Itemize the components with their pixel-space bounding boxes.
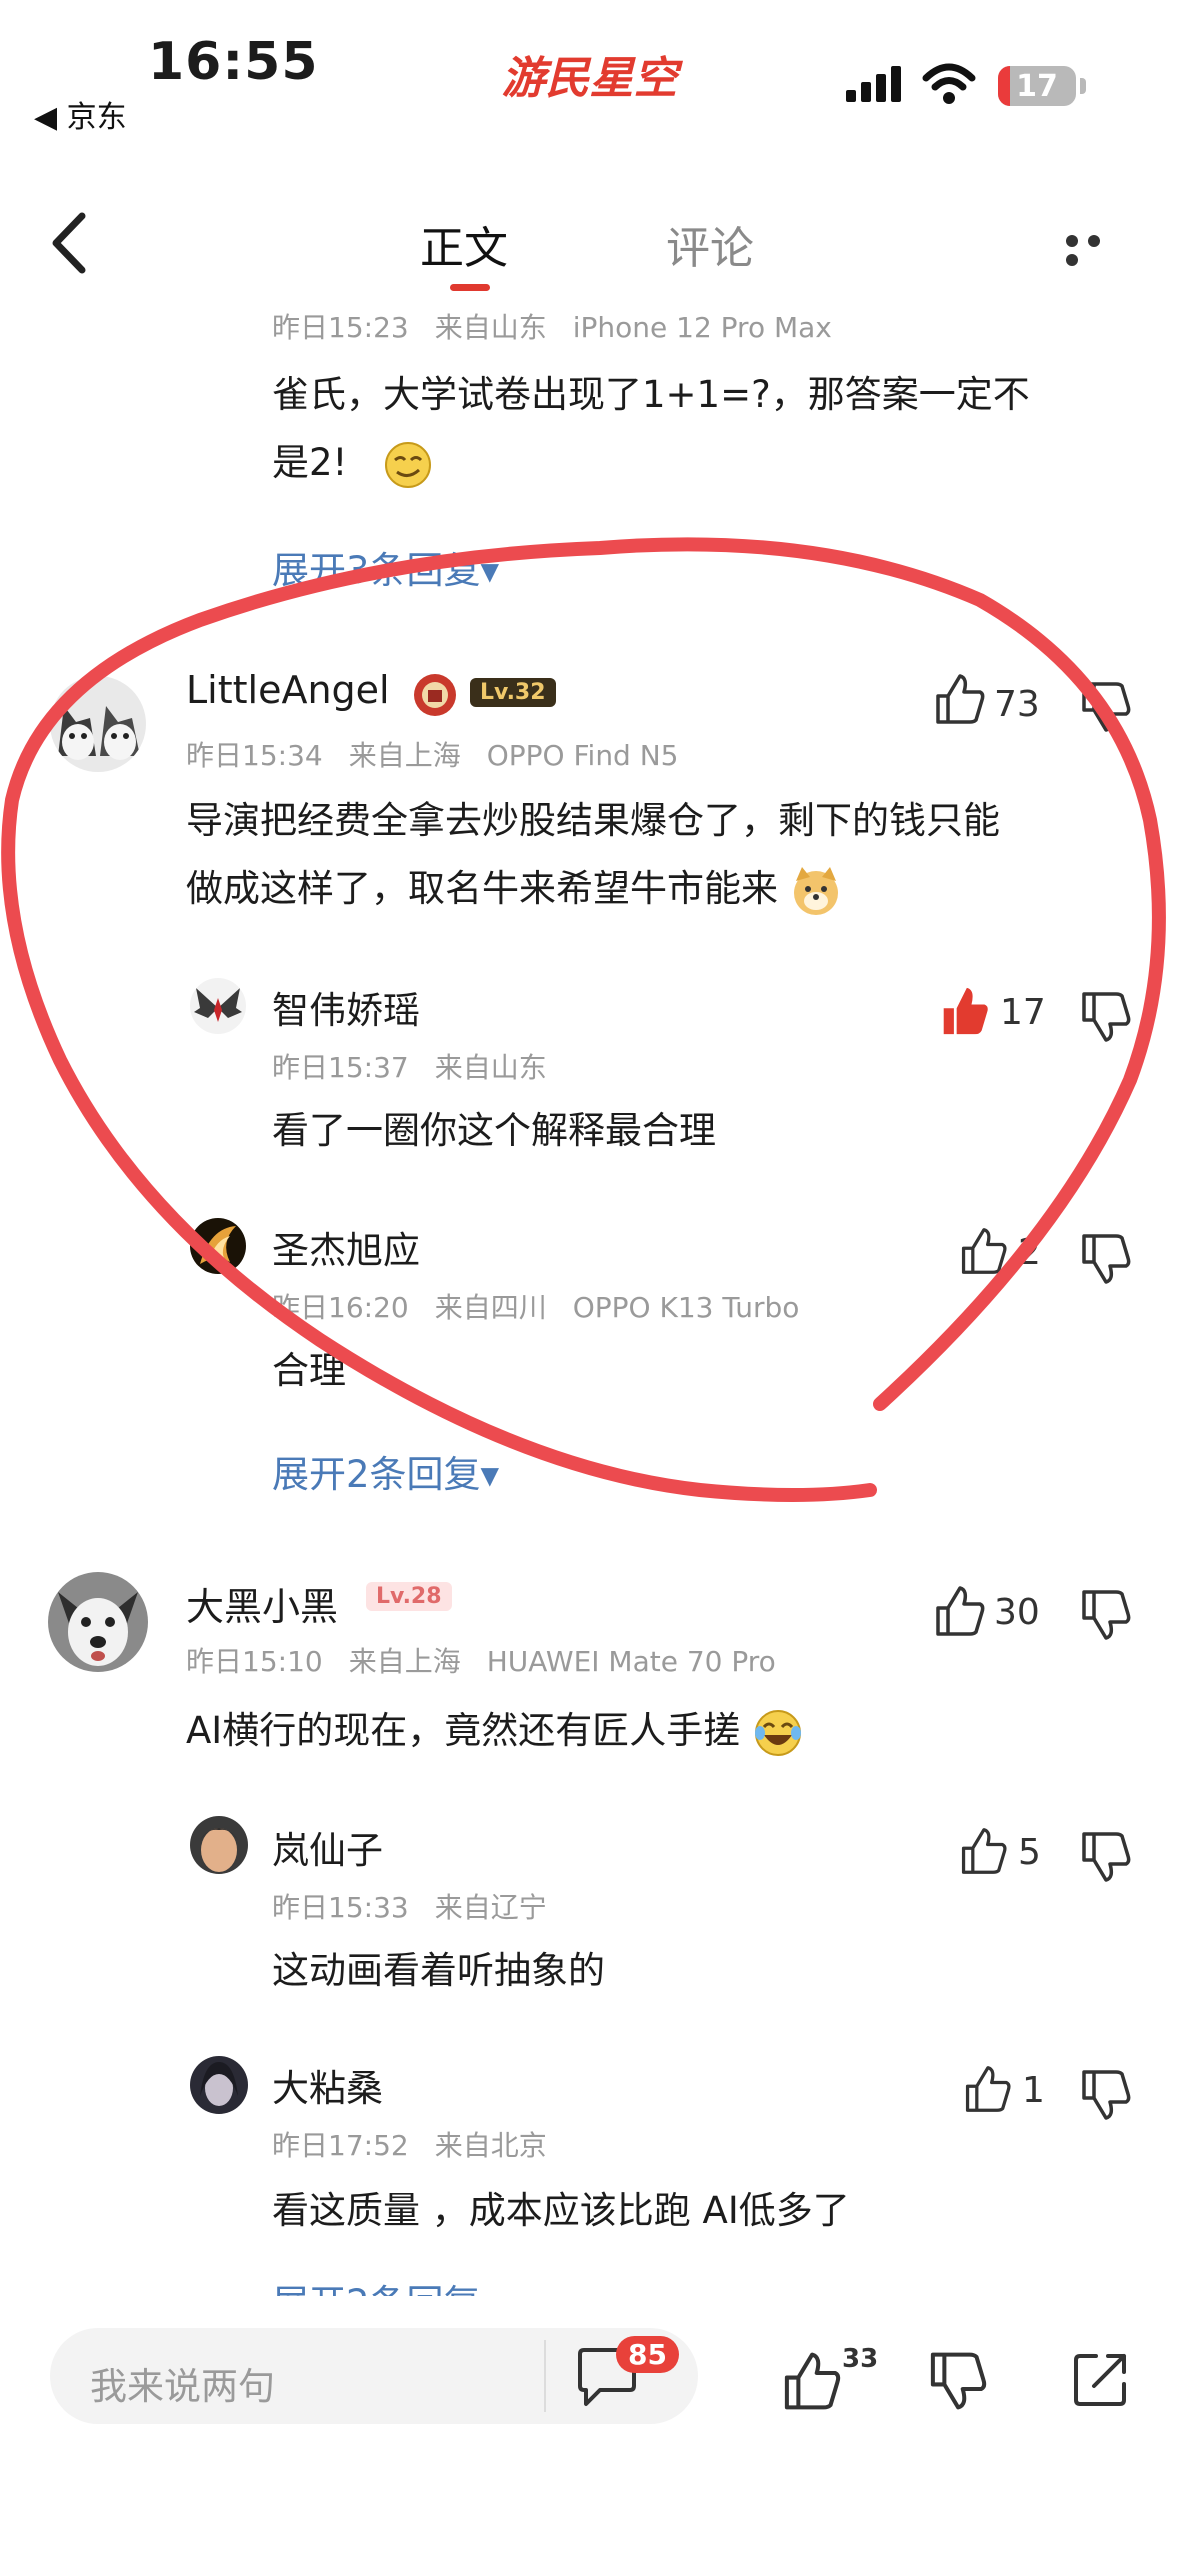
comment-meta: 昨日15:10 来自上海 HUAWEI Mate 70 Pro (186, 1645, 776, 1678)
comment-text: AI横行的现在，竟然还有匠人手搓 (186, 1698, 804, 1764)
comment-username[interactable]: LittleAngel (186, 668, 390, 712)
thumbs-down-icon[interactable] (1078, 2068, 1132, 2122)
like-count: 30 (994, 1592, 1040, 1633)
avatar[interactable] (48, 1572, 148, 1672)
cellular-signal-icon (846, 66, 901, 102)
expand-replies-link[interactable]: 展开2条回复▾ (272, 2274, 499, 2296)
user-level-badge: Lv.28 (366, 1582, 452, 1611)
comment-text-line2: 是2! (272, 430, 433, 496)
avatar[interactable] (190, 1816, 248, 1874)
doge-emoji-icon (793, 866, 838, 915)
character-avatar-image (190, 2056, 248, 2114)
comment-meta: 昨日15:34 来自上海 OPPO Find N5 (186, 739, 679, 772)
expand-replies-link[interactable]: 展开2条回复▾ (272, 1444, 499, 1498)
thumbs-down-icon[interactable] (1078, 1232, 1132, 1286)
avatar[interactable] (190, 1218, 246, 1274)
thumbs-down-icon[interactable] (926, 2350, 988, 2412)
wifi-icon (922, 63, 976, 104)
comment-count-badge: 85 (616, 2336, 679, 2373)
smirk-emoji-icon (385, 441, 432, 488)
wings-avatar-image (190, 978, 246, 1034)
thumbs-down-icon[interactable] (1078, 1588, 1132, 1642)
battery-tip (1080, 78, 1086, 94)
share-icon[interactable] (1070, 2350, 1130, 2410)
thumbs-down-icon[interactable] (1078, 990, 1132, 1044)
comment-text: 导演把经费全拿去炒股结果爆仓了，剩下的钱只能 (186, 799, 1000, 842)
avatar[interactable] (190, 978, 246, 1034)
laughing-tears-emoji-icon (755, 1709, 801, 1756)
back-arrow-icon[interactable] (44, 208, 104, 278)
expand-replies-link[interactable]: 展开3条回复▾ (272, 540, 499, 594)
user-level-badge: Lv.32 (470, 678, 556, 707)
comment-username[interactable]: 大黑小黑 (186, 1576, 338, 1631)
avatar[interactable] (190, 2056, 248, 2114)
active-tab-indicator (450, 284, 490, 291)
article-like-count: 33 (842, 2344, 879, 2374)
reply-username[interactable]: 圣杰旭应 (272, 1220, 420, 1274)
reply-text: 看了一圈你这个解释最合理 (272, 1109, 716, 1152)
like-count: 2 (1018, 1232, 1041, 1273)
thumbs-up-icon[interactable] (962, 2064, 1012, 2114)
avatar[interactable] (50, 676, 146, 772)
comment-text-line2: 做成这样了，取名牛来希望牛市能来 (186, 856, 842, 922)
comment-text: 雀氏，大学试卷出现了1+1=?，那答案一定不 (272, 373, 1030, 416)
thumbs-up-icon[interactable] (780, 2350, 842, 2412)
tab-comments[interactable]: 评论 (666, 212, 754, 276)
reply-username[interactable]: 岚仙子 (272, 1820, 383, 1874)
reply-meta: 昨日17:52 来自北京 (272, 2129, 547, 2162)
like-count: 73 (994, 684, 1040, 725)
husky-avatar-image (50, 676, 146, 772)
reply-meta: 昨日15:33 来自辽宁 (272, 1891, 547, 1924)
thumbs-up-icon[interactable] (932, 672, 986, 726)
reply-text: 看这质量 ，成本应该比跑 AI低多了 (272, 2189, 850, 2232)
flame-avatar-image (190, 1218, 246, 1274)
like-count: 5 (1018, 1832, 1041, 1873)
tab-article[interactable]: 正文 (420, 212, 508, 276)
like-count: 1 (1022, 2070, 1045, 2111)
thumbs-down-icon[interactable] (1078, 1830, 1132, 1884)
battery-indicator: 17 (998, 66, 1076, 106)
reply-meta: 昨日16:20 来自四川 OPPO K13 Turbo (272, 1291, 800, 1324)
thumbs-up-filled-icon[interactable] (940, 986, 990, 1036)
thumbs-up-icon[interactable] (958, 1226, 1008, 1276)
thumbs-down-icon[interactable] (1078, 680, 1132, 734)
reply-text: 合理 (272, 1349, 346, 1392)
more-options-icon[interactable] (1066, 232, 1130, 266)
reply-text: 这动画看着听抽象的 (272, 1949, 605, 1992)
face-avatar-image (190, 1816, 248, 1874)
battery-level: 17 (1016, 69, 1058, 104)
reply-username[interactable]: 智伟娇瑶 (272, 980, 420, 1034)
input-divider (544, 2340, 546, 2412)
comment-input-placeholder: 我来说两句 (90, 2365, 275, 2408)
like-count: 17 (1000, 992, 1046, 1033)
comment-meta: 昨日15:23 来自山东 iPhone 12 Pro Max (272, 311, 832, 344)
thumbs-up-icon[interactable] (932, 1584, 986, 1638)
reply-username[interactable]: 大粘桑 (272, 2058, 383, 2112)
medal-badge-icon (414, 674, 456, 716)
dog-avatar-image (48, 1572, 148, 1672)
thumbs-up-icon[interactable] (958, 1826, 1008, 1876)
reply-meta: 昨日15:37 来自山东 (272, 1051, 547, 1084)
